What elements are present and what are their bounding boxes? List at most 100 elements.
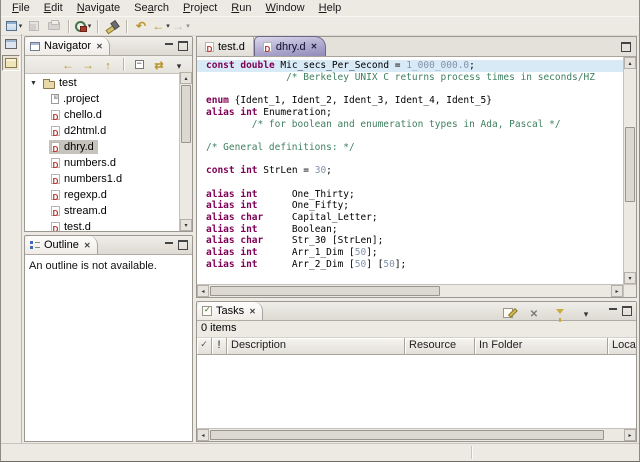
maximize-icon[interactable]	[178, 41, 188, 51]
tab-outline[interactable]: Outline ✕	[25, 236, 98, 254]
tree-item-numbers-d[interactable]: numbers.d	[25, 155, 192, 171]
scroll-down-icon[interactable]: ▾	[624, 272, 636, 284]
forward-button[interactable]	[79, 57, 97, 72]
code-area[interactable]: const double Mic_secs_Per_Second = 1_000…	[197, 57, 623, 284]
delete-button[interactable]	[524, 305, 544, 321]
menu-navigate[interactable]: Navigate	[70, 1, 127, 15]
tree-item-inner: chello.d	[49, 108, 106, 122]
close-icon[interactable]: ✕	[249, 307, 256, 316]
navigator-controls	[165, 41, 188, 51]
maximize-icon[interactable]	[621, 42, 631, 52]
tree-item-stream-d[interactable]: stream.d	[25, 203, 192, 219]
scroll-thumb[interactable]	[210, 286, 440, 296]
close-icon[interactable]: ✕	[84, 241, 91, 250]
tasks-table-body[interactable]	[197, 355, 636, 428]
editor-vertical-scrollbar[interactable]: ▴ ▾	[623, 57, 636, 284]
editor-horizontal-scrollbar[interactable]: ◂ ▸	[197, 284, 623, 297]
scroll-up-icon[interactable]: ▴	[180, 72, 192, 84]
tree-item-d2html-d[interactable]: d2html.d	[25, 123, 192, 139]
navigator-scrollbar[interactable]: ▴ ▾	[179, 72, 192, 231]
column-header-priority[interactable]: !	[212, 338, 227, 355]
tree-item-dhry-d[interactable]: dhry.d	[25, 139, 192, 155]
forward-icon	[82, 56, 94, 74]
minimize-icon[interactable]	[165, 241, 173, 249]
column-header-in-folder[interactable]: In Folder	[475, 338, 608, 355]
tasks-horizontal-scrollbar[interactable]: ◂ ▸	[197, 428, 636, 441]
collapse-all-button[interactable]	[130, 57, 148, 72]
tree-item-regexp-d[interactable]: regexp.d	[25, 187, 192, 203]
tree-item-numbers1-d[interactable]: numbers1.d	[25, 171, 192, 187]
menu-run[interactable]: Run	[224, 1, 258, 15]
scroll-left-icon[interactable]: ◂	[197, 429, 209, 441]
tab-tasks[interactable]: Tasks ✕	[197, 302, 263, 320]
tree-item-chello-d[interactable]: chello.d	[25, 107, 192, 123]
resource-perspective-button[interactable]	[2, 55, 20, 71]
toolbar-separator	[97, 19, 98, 33]
back-button[interactable]	[59, 57, 77, 72]
scroll-thumb[interactable]	[181, 85, 191, 143]
navigator-view: Navigator ✕ ▼ test .project chello.d d2html.…	[24, 36, 193, 232]
external-tools-button[interactable]: ▾	[73, 18, 93, 34]
navigator-tree[interactable]: ▼ test .project chello.d d2html.d dhry.d numbe…	[25, 74, 192, 231]
tree-item-test[interactable]: ▼ test	[25, 75, 192, 91]
menu-window[interactable]: Window	[258, 1, 311, 15]
column-header-complete[interactable]: ✓	[197, 338, 212, 355]
menu-file[interactable]: File	[5, 1, 37, 15]
filter-button[interactable]	[550, 305, 570, 322]
last-edit-location-button[interactable]	[131, 18, 151, 34]
column-header-location[interactable]: Location	[608, 338, 636, 355]
menu-help[interactable]: Help	[312, 1, 349, 15]
menu-search[interactable]: Search	[127, 1, 176, 15]
print-button	[44, 18, 64, 34]
open-perspective-button[interactable]	[2, 36, 20, 52]
scroll-thumb[interactable]	[210, 430, 604, 440]
close-icon[interactable]: ✕	[96, 42, 103, 51]
scroll-thumb[interactable]	[625, 127, 635, 202]
link-with-editor-button[interactable]	[150, 57, 168, 72]
menu-edit[interactable]: Edit	[37, 1, 70, 15]
maximize-icon[interactable]	[622, 306, 632, 316]
view-menu-icon	[584, 304, 589, 322]
maximize-icon[interactable]	[178, 240, 188, 250]
column-header-resource[interactable]: Resource	[405, 338, 475, 355]
search-button[interactable]	[102, 18, 122, 34]
code-line: /* Berkeley UNIX C returns process times…	[206, 71, 595, 83]
external-tools-dropdown-icon[interactable]: ▾	[88, 22, 92, 30]
view-menu-button[interactable]	[170, 57, 188, 72]
new-wizard-dropdown-icon[interactable]: ▾	[19, 22, 23, 30]
tree-item-inner: numbers1.d	[49, 172, 126, 186]
view-menu-button[interactable]	[576, 305, 596, 321]
tab-navigator[interactable]: Navigator ✕	[25, 37, 110, 55]
forward-dropdown-icon[interactable]: ▾	[186, 22, 190, 30]
scroll-left-icon[interactable]: ◂	[197, 285, 209, 297]
minimize-icon[interactable]	[609, 307, 617, 315]
tasks-view: Tasks ✕ 0 items ✓!DescriptionResourceIn …	[196, 301, 637, 442]
up-button[interactable]	[99, 57, 117, 72]
new-task-button[interactable]	[498, 305, 518, 321]
tasks-header: Tasks ✕	[197, 302, 636, 322]
new-task-icon	[503, 308, 513, 318]
minimize-icon[interactable]	[165, 42, 173, 50]
new-wizard-button[interactable]: ▾	[4, 18, 24, 34]
scroll-right-icon[interactable]: ▸	[611, 285, 623, 297]
scroll-up-icon[interactable]: ▴	[624, 57, 636, 69]
editor-tab-dhry-d[interactable]: dhry.d ✕	[253, 36, 327, 56]
expander-icon[interactable]: ▼	[29, 80, 38, 87]
statusbar-divider	[471, 446, 472, 459]
navigator-title: Navigator	[44, 40, 92, 52]
mnemonic: E	[43, 2, 52, 14]
editor-tab-test-d[interactable]: test.d	[197, 37, 254, 56]
scroll-down-icon[interactable]: ▾	[180, 219, 192, 231]
menu-project[interactable]: Project	[176, 1, 224, 15]
back-dropdown-icon[interactable]: ▾	[166, 22, 170, 30]
tree-item--project[interactable]: .project	[25, 91, 192, 107]
column-header-description[interactable]: Description	[227, 338, 405, 355]
left-column: Navigator ✕ ▼ test .project chello.d d2html.…	[22, 34, 194, 444]
tree-item-test-d[interactable]: test.d	[25, 219, 192, 231]
code-line: alias int Enumeration;	[206, 106, 332, 118]
back-button[interactable]: ▾	[151, 18, 171, 34]
workbench: Navigator ✕ ▼ test .project chello.d d2html.…	[1, 34, 639, 444]
tasks-count: 0 items	[197, 321, 636, 338]
close-icon[interactable]: ✕	[311, 42, 318, 51]
scroll-right-icon[interactable]: ▸	[624, 429, 636, 441]
